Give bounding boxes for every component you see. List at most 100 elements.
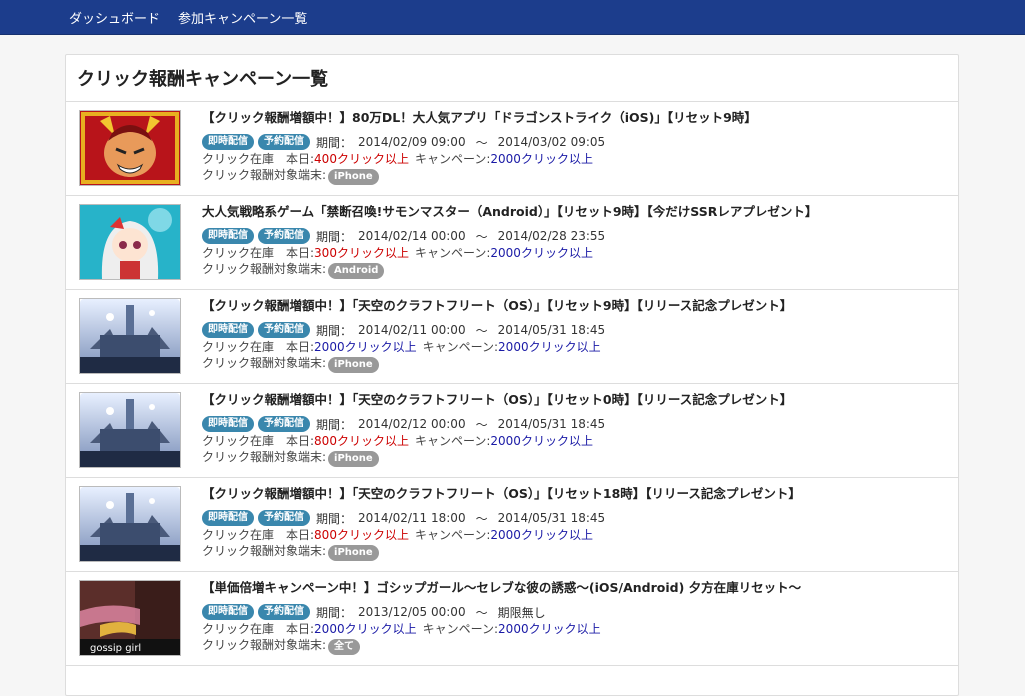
stock-label: クリック在庫 本日: xyxy=(202,622,315,636)
device-line: クリック報酬対象端末: iPhone xyxy=(202,543,948,561)
summon-master-artwork xyxy=(80,205,180,279)
campaign-stock-value: 2000クリック以上 xyxy=(490,528,593,542)
campaign-row[interactable]: 【クリック報酬増額中！】「天空のクラフトフリート（OS）」【リセット18時】【リ… xyxy=(66,478,958,572)
scheduled-delivery-badge: 予約配信 xyxy=(258,134,310,150)
campaign-row[interactable]: 【クリック報酬増額中！】「天空のクラフトフリート（OS）」【リセット9時】【リリ… xyxy=(66,290,958,384)
device-label: クリック報酬対象端末: xyxy=(202,450,327,464)
campaign-title[interactable]: 【クリック報酬増額中！】「天空のクラフトフリート（OS）」【リセット18時】【リ… xyxy=(202,484,948,504)
campaign-row[interactable]: 【クリック報酬増額中！】「天空のクラフトフリート（OS）」【リセット0時】【リリ… xyxy=(66,384,958,478)
today-stock-value: 300クリック以上 xyxy=(314,246,409,260)
period-start: 2014/02/11 00:00 xyxy=(358,323,466,337)
click-stock-line: クリック在庫 本日:800クリック以上 キャンペーン:2000クリック以上 xyxy=(202,433,948,449)
today-stock-value: 800クリック以上 xyxy=(314,528,409,542)
campaign-thumbnail[interactable]: gossip girl xyxy=(79,580,181,656)
instant-delivery-badge: 即時配信 xyxy=(202,510,254,526)
click-stock-line: クリック在庫 本日:2000クリック以上 キャンペーン:2000クリック以上 xyxy=(202,339,948,355)
period-label: 期間： xyxy=(316,605,353,620)
period-end: 2014/05/31 18:45 xyxy=(497,323,606,337)
campaign-stock-value: 2000クリック以上 xyxy=(490,246,593,260)
instant-delivery-badge: 即時配信 xyxy=(202,134,254,150)
period-end: 期限無し xyxy=(497,605,546,620)
scheduled-delivery-badge: 予約配信 xyxy=(258,322,310,338)
campaign-meta: 即時配信 予約配信 期間： 2014/02/09 09:00 〜 2014/03/02 0… xyxy=(202,133,948,151)
period-separator: 〜 xyxy=(475,511,488,526)
campaign-meta: 即時配信 予約配信 期間： 2014/02/11 00:00 〜 2014/05/31 1… xyxy=(202,321,948,339)
period-separator: 〜 xyxy=(475,323,488,338)
campaign-label: キャンペーン: xyxy=(422,622,499,636)
campaign-title[interactable]: 【クリック報酬増額中！】「天空のクラフトフリート（OS）」【リセット9時】【リリ… xyxy=(202,296,948,316)
period-label: 期間： xyxy=(316,229,353,244)
period-start: 2014/02/12 00:00 xyxy=(358,417,466,431)
today-stock-value: 800クリック以上 xyxy=(314,434,409,448)
campaign-stock-value: 2000クリック以上 xyxy=(490,152,593,166)
stock-label: クリック在庫 本日: xyxy=(202,152,315,166)
device-line: クリック報酬対象端末: 全て xyxy=(202,637,948,655)
gossip-logo-text: gossip girl xyxy=(90,643,141,654)
period-start: 2014/02/14 00:00 xyxy=(358,229,466,243)
device-label: クリック報酬対象端末: xyxy=(202,544,327,558)
device-badge: iPhone xyxy=(328,357,379,373)
campaign-info: 【クリック報酬増額中！】「天空のクラフトフリート（OS）」【リセット0時】【リリ… xyxy=(202,390,948,467)
campaign-panel: クリック報酬キャンペーン一覧 【クリック報酬増額中！】80万DL！大人気アプリ「… xyxy=(65,54,959,696)
dragon-strike-artwork xyxy=(80,111,180,185)
device-badge: Android xyxy=(328,263,385,279)
period-end: 2014/02/28 23:55 xyxy=(497,229,606,243)
today-stock-value: 400クリック以上 xyxy=(314,152,409,166)
period-separator: 〜 xyxy=(475,417,488,432)
campaign-title[interactable]: 【クリック報酬増額中！】80万DL！大人気アプリ「ドラゴンストライク（iOS)」… xyxy=(202,108,948,128)
campaign-meta: 即時配信 予約配信 期間： 2014/02/12 00:00 〜 2014/05/31 1… xyxy=(202,415,948,433)
scheduled-delivery-badge: 予約配信 xyxy=(258,416,310,432)
period-label: 期間： xyxy=(316,323,353,338)
click-stock-line: クリック在庫 本日:2000クリック以上 キャンペーン:2000クリック以上 xyxy=(202,621,948,637)
instant-delivery-badge: 即時配信 xyxy=(202,228,254,244)
campaign-stock-value: 2000クリック以上 xyxy=(498,622,601,636)
panel-title: クリック報酬キャンペーン一覧 xyxy=(66,55,958,102)
campaign-label: キャンペーン: xyxy=(422,340,499,354)
scheduled-delivery-badge: 予約配信 xyxy=(258,228,310,244)
period-label: 期間： xyxy=(316,135,353,150)
instant-delivery-badge: 即時配信 xyxy=(202,416,254,432)
nav-dashboard-link[interactable]: ダッシュボード xyxy=(69,8,160,27)
period-start: 2013/12/05 00:00 xyxy=(358,605,466,619)
today-stock-value: 2000クリック以上 xyxy=(314,622,417,636)
nav-joined-campaigns-link[interactable]: 参加キャンペーン一覧 xyxy=(178,8,307,27)
campaign-thumbnail[interactable] xyxy=(79,486,181,562)
period-start: 2014/02/11 18:00 xyxy=(358,511,466,525)
craft-fleet-artwork xyxy=(80,393,180,467)
campaign-thumbnail[interactable] xyxy=(79,110,181,186)
campaign-row[interactable]: 【クリック報酬増額中！】80万DL！大人気アプリ「ドラゴンストライク（iOS)」… xyxy=(66,102,958,196)
scheduled-delivery-badge: 予約配信 xyxy=(258,510,310,526)
campaign-thumbnail[interactable] xyxy=(79,392,181,468)
campaign-thumbnail[interactable] xyxy=(79,298,181,374)
stock-label: クリック在庫 本日: xyxy=(202,528,315,542)
campaign-label: キャンペーン: xyxy=(414,152,491,166)
craft-fleet-artwork xyxy=(80,487,180,561)
campaign-title[interactable]: 【クリック報酬増額中！】「天空のクラフトフリート（OS）」【リセット0時】【リリ… xyxy=(202,390,948,410)
stock-label: クリック在庫 本日: xyxy=(202,246,315,260)
campaign-thumbnail[interactable] xyxy=(79,204,181,280)
device-label: クリック報酬対象端末: xyxy=(202,168,327,182)
scheduled-delivery-badge: 予約配信 xyxy=(258,604,310,620)
campaign-meta: 即時配信 予約配信 期間： 2014/02/14 00:00 〜 2014/02/28 2… xyxy=(202,227,948,245)
stock-label: クリック在庫 本日: xyxy=(202,340,315,354)
top-navbar: ダッシュボード 参加キャンペーン一覧 xyxy=(0,0,1025,34)
campaign-label: キャンペーン: xyxy=(414,246,491,260)
device-label: クリック報酬対象端末: xyxy=(202,638,327,652)
campaign-meta: 即時配信 予約配信 期間： 2013/12/05 00:00 〜期限無し xyxy=(202,603,948,621)
device-label: クリック報酬対象端末: xyxy=(202,262,327,276)
campaign-row[interactable]: gossip girl 【単価倍増キャンペーン中！】ゴシップガール〜セレブな彼の誘… xyxy=(66,572,958,666)
today-stock-value: 2000クリック以上 xyxy=(314,340,417,354)
campaign-row[interactable]: 大人気戦略系ゲーム「禁断召喚!サモンマスター（Android）」【リセット9時】… xyxy=(66,196,958,290)
period-separator: 〜 xyxy=(475,605,488,620)
campaign-list: 【クリック報酬増額中！】80万DL！大人気アプリ「ドラゴンストライク（iOS)」… xyxy=(66,102,958,666)
campaign-stock-value: 2000クリック以上 xyxy=(498,340,601,354)
device-label: クリック報酬対象端末: xyxy=(202,356,327,370)
campaign-info: 【クリック報酬増額中！】「天空のクラフトフリート（OS）」【リセット9時】【リリ… xyxy=(202,296,948,373)
device-badge: iPhone xyxy=(328,545,379,561)
device-badge: 全て xyxy=(328,639,361,655)
campaign-stock-value: 2000クリック以上 xyxy=(490,434,593,448)
campaign-meta: 即時配信 予約配信 期間： 2014/02/11 18:00 〜 2014/05/31 1… xyxy=(202,509,948,527)
campaign-title[interactable]: 大人気戦略系ゲーム「禁断召喚!サモンマスター（Android）」【リセット9時】… xyxy=(202,202,948,222)
campaign-title[interactable]: 【単価倍増キャンペーン中！】ゴシップガール〜セレブな彼の誘惑〜(iOS/Andr… xyxy=(202,578,948,598)
period-end: 2014/03/02 09:05 xyxy=(497,135,606,149)
